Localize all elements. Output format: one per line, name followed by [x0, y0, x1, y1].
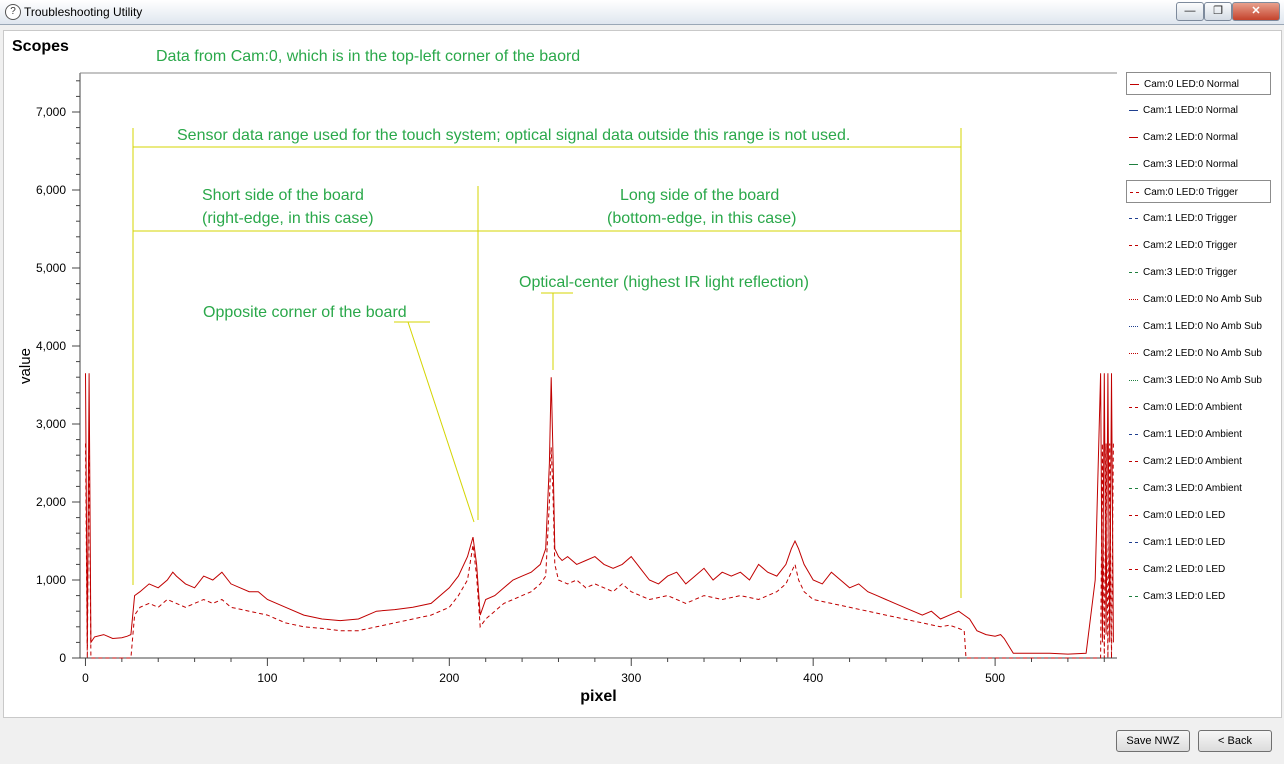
annotation-text: (right-edge, in this case) — [202, 210, 374, 227]
y-tick-label: 6,000 — [36, 183, 66, 197]
legend-swatch — [1130, 192, 1139, 193]
legend-item[interactable]: Cam:3 LED:0 No Amb Sub — [1126, 369, 1271, 392]
annotation-text: Data from Cam:0, which is in the top-lef… — [156, 48, 580, 65]
legend-label: Cam:2 LED:0 Trigger — [1143, 240, 1237, 251]
legend-item[interactable]: Cam:0 LED:0 Trigger — [1126, 180, 1271, 203]
legend-label: Cam:1 LED:0 Normal — [1143, 105, 1239, 116]
series-line — [85, 443, 1114, 659]
legend: Cam:0 LED:0 Normal Cam:1 LED:0 Normal Cam:… — [1126, 72, 1271, 612]
x-tick-label: 500 — [985, 671, 1005, 685]
legend-swatch — [1129, 164, 1138, 165]
legend-item[interactable]: Cam:2 LED:0 Normal — [1126, 126, 1271, 149]
legend-item[interactable]: Cam:3 LED:0 LED — [1126, 585, 1271, 608]
legend-swatch — [1129, 407, 1138, 408]
legend-item[interactable]: Cam:1 LED:0 Normal — [1126, 99, 1271, 122]
back-button[interactable]: < Back — [1198, 730, 1272, 752]
series-line — [85, 373, 1114, 655]
legend-swatch — [1129, 245, 1138, 246]
annotation-line — [407, 321, 475, 523]
legend-swatch — [1129, 299, 1138, 300]
annotation-text: Long side of the board — [620, 187, 779, 204]
legend-label: Cam:1 LED:0 LED — [1143, 537, 1226, 548]
legend-item[interactable]: Cam:0 LED:0 Normal — [1126, 72, 1271, 95]
annotation-text: Opposite corner of the board — [203, 304, 407, 321]
y-tick-label: 7,000 — [36, 105, 66, 119]
legend-label: Cam:1 LED:0 No Amb Sub — [1143, 321, 1262, 332]
legend-item[interactable]: Cam:1 LED:0 LED — [1126, 531, 1271, 554]
legend-swatch — [1129, 488, 1138, 489]
legend-item[interactable]: Cam:1 LED:0 No Amb Sub — [1126, 315, 1271, 338]
y-tick-label: 4,000 — [36, 339, 66, 353]
legend-label: Cam:0 LED:0 No Amb Sub — [1143, 294, 1262, 305]
legend-label: Cam:3 LED:0 No Amb Sub — [1143, 375, 1262, 386]
legend-swatch — [1129, 272, 1138, 273]
legend-item[interactable]: Cam:2 LED:0 Ambient — [1126, 450, 1271, 473]
x-tick-label: 300 — [621, 671, 641, 685]
x-tick-label: 0 — [82, 671, 89, 685]
save-nwz-button[interactable]: Save NWZ — [1116, 730, 1190, 752]
legend-swatch — [1130, 84, 1139, 85]
legend-swatch — [1129, 461, 1138, 462]
legend-swatch — [1129, 569, 1138, 570]
annotation-text: Sensor data range used for the touch sys… — [177, 127, 850, 144]
legend-swatch — [1129, 110, 1138, 111]
legend-label: Cam:1 LED:0 Ambient — [1143, 429, 1242, 440]
y-tick-label: 2,000 — [36, 495, 66, 509]
annotation-text: Optical-center (highest IR light reflect… — [519, 274, 809, 291]
legend-label: Cam:0 LED:0 Normal — [1144, 79, 1240, 90]
legend-label: Cam:1 LED:0 Trigger — [1143, 213, 1237, 224]
legend-item[interactable]: Cam:1 LED:0 Trigger — [1126, 207, 1271, 230]
legend-item[interactable]: Cam:0 LED:0 No Amb Sub — [1126, 288, 1271, 311]
x-axis-label: pixel — [580, 688, 616, 705]
annotation-text: Short side of the board — [202, 187, 364, 204]
legend-swatch — [1129, 515, 1138, 516]
y-tick-label: 1,000 — [36, 573, 66, 587]
legend-label: Cam:3 LED:0 LED — [1143, 591, 1226, 602]
legend-label: Cam:2 LED:0 Ambient — [1143, 456, 1242, 467]
y-axis-label: value — [17, 348, 34, 384]
y-tick-label: 0 — [59, 651, 66, 665]
legend-item[interactable]: Cam:2 LED:0 LED — [1126, 558, 1271, 581]
legend-label: Cam:2 LED:0 Normal — [1143, 132, 1239, 143]
legend-item[interactable]: Cam:2 LED:0 Trigger — [1126, 234, 1271, 257]
legend-label: Cam:0 LED:0 Trigger — [1144, 187, 1238, 198]
legend-swatch — [1129, 137, 1138, 138]
legend-label: Cam:3 LED:0 Ambient — [1143, 483, 1242, 494]
legend-label: Cam:2 LED:0 LED — [1143, 564, 1226, 575]
y-tick-label: 3,000 — [36, 417, 66, 431]
legend-swatch — [1129, 596, 1138, 597]
legend-item[interactable]: Cam:3 LED:0 Trigger — [1126, 261, 1271, 284]
legend-label: Cam:3 LED:0 Trigger — [1143, 267, 1237, 278]
legend-item[interactable]: Cam:0 LED:0 Ambient — [1126, 396, 1271, 419]
x-tick-label: 400 — [803, 671, 823, 685]
legend-item[interactable]: Cam:3 LED:0 Normal — [1126, 153, 1271, 176]
legend-swatch — [1129, 353, 1138, 354]
legend-label: Cam:0 LED:0 LED — [1143, 510, 1226, 521]
legend-label: Cam:2 LED:0 No Amb Sub — [1143, 348, 1262, 359]
legend-label: Cam:3 LED:0 Normal — [1143, 159, 1239, 170]
legend-swatch — [1129, 380, 1138, 381]
legend-item[interactable]: Cam:1 LED:0 Ambient — [1126, 423, 1271, 446]
legend-label: Cam:0 LED:0 Ambient — [1143, 402, 1242, 413]
x-tick-label: 200 — [439, 671, 459, 685]
legend-swatch — [1129, 326, 1138, 327]
legend-swatch — [1129, 542, 1138, 543]
bottom-bar — [0, 718, 1284, 764]
legend-swatch — [1129, 434, 1138, 435]
legend-item[interactable]: Cam:2 LED:0 No Amb Sub — [1126, 342, 1271, 365]
x-tick-label: 100 — [257, 671, 277, 685]
legend-swatch — [1129, 218, 1138, 219]
legend-item[interactable]: Cam:3 LED:0 Ambient — [1126, 477, 1271, 500]
y-tick-label: 5,000 — [36, 261, 66, 275]
scope-chart: 0 1,000 2,000 3,000 4,000 5,000 6,000 7,000 0 100… — [17, 48, 1117, 705]
legend-item[interactable]: Cam:0 LED:0 LED — [1126, 504, 1271, 527]
annotation-text: (bottom-edge, in this case) — [607, 210, 796, 227]
